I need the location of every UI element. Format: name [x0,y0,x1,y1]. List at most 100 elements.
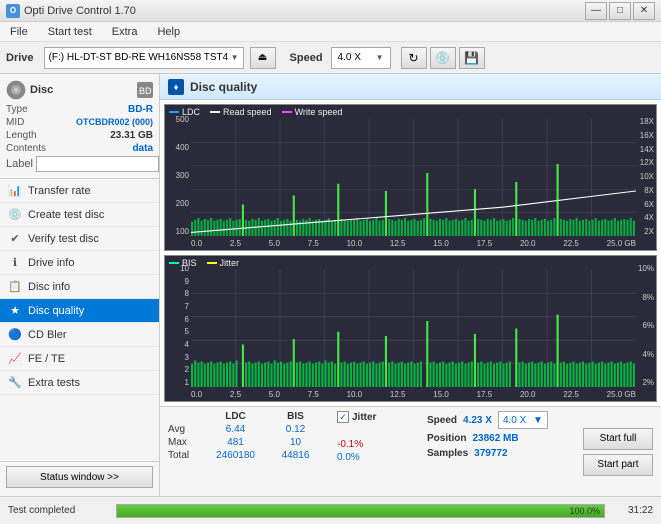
legend-bis-dot [169,262,179,264]
toolbar-icons: ↻ 💿 💾 [401,47,485,69]
menu-help[interactable]: Help [151,24,186,40]
drive-value: (F:) HL-DT-ST BD-RE WH16NS58 TST4 [49,52,229,63]
bis-x-12-5: 12.5 [390,390,406,399]
menu-bar: File Start test Extra Help [0,22,661,42]
close-button[interactable]: ✕ [633,2,655,20]
legend-write-dot [282,111,292,113]
jitter-avg-row: -0.1% [337,439,415,450]
x-20: 20.0 [520,239,536,248]
sidebar-item-extra-tests[interactable]: 🔧 Extra tests [0,371,159,395]
x-25-gb: 25.0 GB [607,239,636,248]
y-right-6pct: 6% [638,321,654,330]
position-value: 23862 MB [472,433,518,444]
svg-text:BD: BD [139,86,152,96]
title-bar-left: O Opti Drive Control 1.70 [6,4,136,18]
bis-x-10: 10.0 [347,390,363,399]
sidebar-item-drive-info[interactable]: ℹ Drive info [0,251,159,275]
sidebar-item-transfer-rate[interactable]: 📊 Transfer rate [0,179,159,203]
sidebar-item-cd-bler[interactable]: 🔵 CD Bler [0,323,159,347]
speed-label: Speed [290,52,323,64]
menu-start-test[interactable]: Start test [42,24,98,40]
toolbar-refresh-button[interactable]: ↻ [401,47,427,69]
speed-stat-value: 4.23 X [463,415,492,426]
speed-position-stats: Speed 4.23 X 4.0 X ▼ Position 23862 MB S… [421,407,575,496]
samples-value: 379772 [474,448,507,459]
start-full-button[interactable]: Start full [583,428,653,450]
bis-x-0: 0.0 [191,390,202,399]
maximize-button[interactable]: □ [609,2,631,20]
stats-avg-label: Avg [168,424,203,435]
sidebar-item-disc-quality-label: Disc quality [28,305,84,317]
legend-jitter: Jitter [207,258,240,268]
speed-stat-label: Speed [427,415,457,426]
y-right-4x: 4X [640,213,654,222]
bis-x-17-5: 17.5 [477,390,493,399]
action-buttons: Start full Start part [575,407,661,496]
legend-ldc-text: LDC [182,107,200,117]
disc-contents-value: data [132,143,153,154]
jitter-header: ✓ Jitter [337,411,415,423]
samples-row: Samples 379772 [427,448,569,459]
minimize-button[interactable]: — [585,2,607,20]
y-right-4pct: 4% [638,350,654,359]
sidebar-item-verify-test-disc[interactable]: ✔ Verify test disc [0,227,159,251]
y-left-4: 4 [185,340,189,349]
stats-avg-ldc: 6.44 [203,424,268,435]
toolbar-disc-button[interactable]: 💿 [430,47,456,69]
cd-bler-icon: 🔵 [8,328,22,341]
disc-label-row: Label 🔍 [6,156,153,172]
progress-bar-container: 100.0% [116,504,605,518]
disc-title: Disc [30,84,53,96]
bis-x-20: 20.0 [520,390,536,399]
start-part-button[interactable]: Start part [583,454,653,476]
sidebar-item-create-test-disc-label: Create test disc [28,209,104,221]
menu-extra[interactable]: Extra [106,24,144,40]
stats-total-label: Total [168,450,203,461]
app-icon: O [6,4,20,18]
title-bar: O Opti Drive Control 1.70 — □ ✕ [0,0,661,22]
disc-quality-icon: ★ [8,304,22,317]
disc-header-icon: BD [137,82,153,98]
jitter-checkbox[interactable]: ✓ [337,411,349,423]
y-right-2x: 2X [640,227,654,236]
status-window-button[interactable]: Status window >> [6,466,153,488]
sidebar-item-cd-bler-label: CD Bler [28,329,67,341]
legend-read-dot [210,111,220,113]
toolbar-save-button[interactable]: 💾 [459,47,485,69]
disc-mid-value: OTCBDR002 (000) [76,117,153,128]
speed-value: 4.0 X [338,52,361,63]
y-left-5: 5 [185,327,189,336]
drive-label: Drive [6,52,34,64]
disc-length-label: Length [6,130,37,141]
sidebar-item-create-test-disc[interactable]: 💿 Create test disc [0,203,159,227]
drive-dropdown[interactable]: (F:) HL-DT-ST BD-RE WH16NS58 TST4 ▼ [44,47,244,69]
disc-quality-header-icon: ♦ [168,79,184,95]
stats-ldc-header: LDC [203,411,268,422]
speed-stat-dropdown-arrow: ▼ [533,415,543,426]
sidebar-item-fe-te[interactable]: 📈 FE / TE [0,347,159,371]
sidebar-item-disc-quality[interactable]: ★ Disc quality [0,299,159,323]
menu-file[interactable]: File [4,24,34,40]
label-input[interactable] [36,156,159,172]
sidebar-item-disc-info[interactable]: 📋 Disc info [0,275,159,299]
speed-dropdown[interactable]: 4.0 X ▼ [331,47,391,69]
y-right-10pct: 10% [638,264,654,273]
eject-button[interactable]: ⏏ [250,47,276,69]
speed-stat-dropdown[interactable]: 4.0 X ▼ [498,411,548,429]
legend-bis-text: BIS [182,258,197,268]
title-bar-controls: — □ ✕ [585,2,655,20]
y-left-3: 3 [185,353,189,362]
y-right-10x: 10X [640,172,654,181]
sidebar-item-transfer-rate-label: Transfer rate [28,185,91,197]
x-12-5: 12.5 [390,239,406,248]
disc-contents-field: Contents data [6,143,153,154]
y-left-7: 7 [185,302,189,311]
disc-type-value: BD-R [128,104,153,115]
stats-max-ldc: 481 [203,437,268,448]
bis-x-2-5: 2.5 [230,390,241,399]
create-test-disc-icon: 💿 [8,208,22,221]
y-left-6: 6 [185,315,189,324]
time-text: 31:22 [613,505,653,516]
y-right-12x: 12X [640,158,654,167]
stats-total-bis: 44816 [268,450,323,461]
